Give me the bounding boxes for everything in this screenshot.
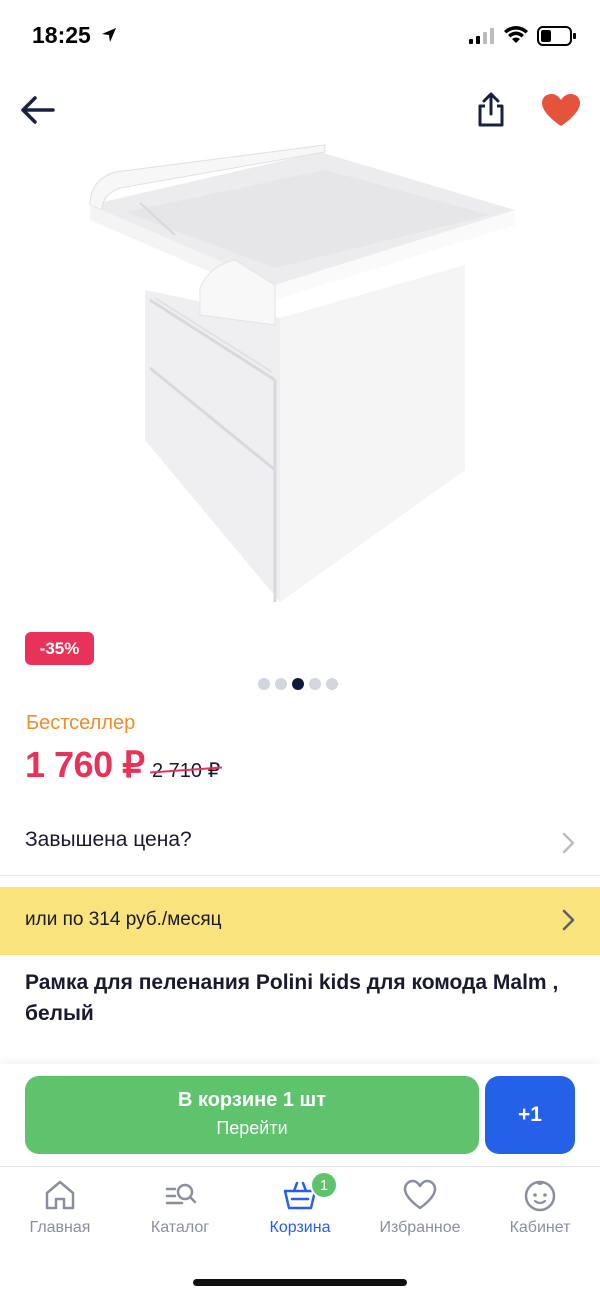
product-image[interactable] [60, 140, 540, 610]
share-icon [478, 92, 504, 127]
tab-catalog[interactable]: Каталог [120, 1177, 240, 1247]
gallery-dots[interactable] [258, 678, 338, 690]
installment-label: или по 314 руб./месяц [25, 909, 222, 930]
chevron-right-icon [562, 909, 575, 931]
tab-cart[interactable]: 1 Корзина [240, 1171, 360, 1247]
add-one-button[interactable]: +1 [485, 1076, 575, 1154]
old-price: 2 710 ₽ [152, 760, 221, 782]
gallery-dot[interactable] [326, 678, 338, 690]
gallery-dot-active[interactable] [292, 678, 304, 690]
heart-icon [403, 1179, 437, 1210]
tab-favorites-label: Избранное [379, 1219, 461, 1236]
price-too-high-row[interactable]: Завышена цена? [0, 810, 600, 876]
tab-favorites[interactable]: Избранное [360, 1177, 480, 1247]
product-title: Рамка для пеленания Polini kids для комо… [25, 971, 559, 1025]
home-indicator[interactable] [193, 1279, 407, 1286]
discount-badge: -35% [25, 632, 94, 665]
wifi-icon [504, 26, 528, 43]
cart-action-bar: В корзине 1 шт Перейти +1 [0, 1064, 600, 1166]
heart-filled-icon [542, 94, 580, 126]
go-label: Перейти [216, 1118, 288, 1138]
status-bar: 18:25 [0, 0, 600, 70]
gallery-dot[interactable] [275, 678, 287, 690]
catalog-search-icon [165, 1183, 197, 1205]
current-price: 1 760 ₽ [25, 744, 145, 785]
in-cart-label: В корзине 1 шт [177, 1089, 327, 1111]
gallery-dot[interactable] [309, 678, 321, 690]
cart-count-badge: 1 [310, 1171, 338, 1199]
tab-cart-label: Корзина [269, 1219, 331, 1236]
home-icon [45, 1180, 75, 1210]
tab-profile[interactable]: Кабинет [480, 1177, 600, 1247]
location-arrow-icon [102, 28, 116, 42]
tab-bar: Главная Каталог 1 Корзина Избранное Каби… [0, 1166, 600, 1298]
bestseller-label: Бестселлер [26, 712, 136, 734]
signal-icon [469, 28, 494, 44]
top-nav [0, 80, 600, 140]
share-button[interactable] [470, 88, 512, 132]
chevron-right-icon [562, 832, 575, 854]
profile-face-icon [524, 1180, 556, 1212]
favorite-button[interactable] [538, 90, 584, 130]
tab-home[interactable]: Главная [0, 1177, 120, 1247]
back-button[interactable] [18, 90, 58, 130]
gallery-dot[interactable] [258, 678, 270, 690]
battery-icon [537, 26, 576, 46]
back-arrow-icon [21, 96, 55, 124]
price-too-high-label: Завышена цена? [25, 828, 192, 851]
tab-profile-label: Кабинет [509, 1219, 571, 1236]
tab-home-label: Главная [29, 1219, 91, 1236]
installment-row[interactable]: или по 314 руб./месяц [0, 887, 600, 955]
tab-catalog-label: Каталог [150, 1219, 210, 1236]
go-to-cart-button[interactable]: В корзине 1 шт Перейти [25, 1076, 479, 1154]
status-time: 18:25 [32, 22, 91, 48]
